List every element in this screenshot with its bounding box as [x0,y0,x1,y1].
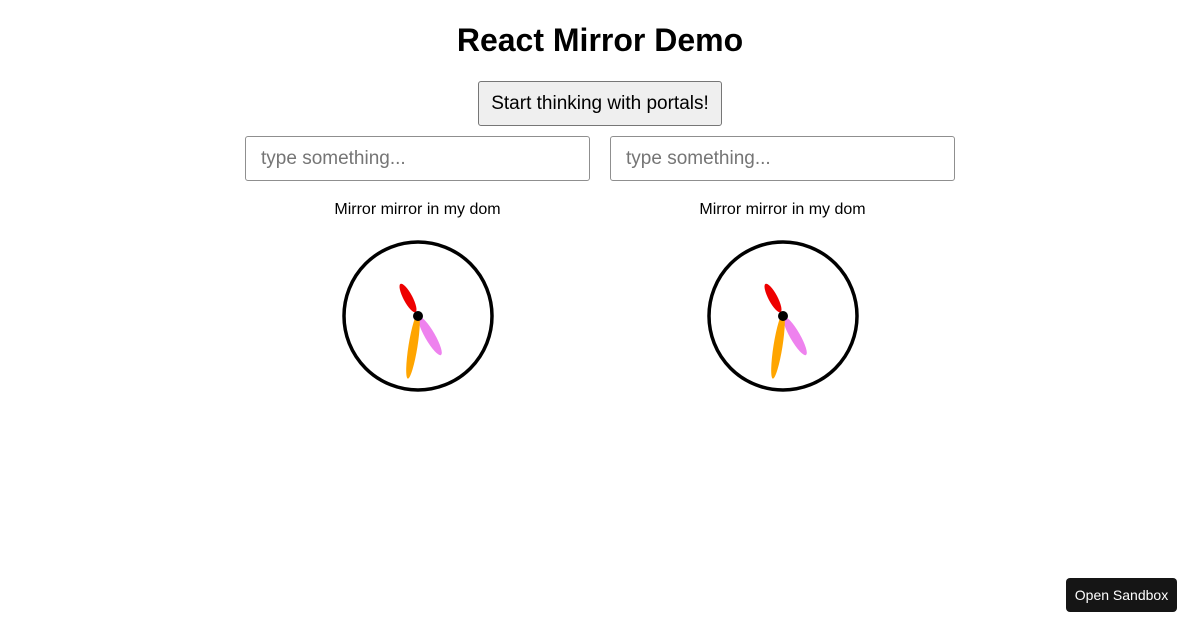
clock-center [413,311,423,321]
mirror-panel-right: Mirror mirror in my dom [610,200,955,392]
analog-clock-icon [342,240,494,392]
mirror-caption: Mirror mirror in my dom [334,201,501,218]
mirror-panel-left: Mirror mirror in my dom [245,200,590,392]
analog-clock-icon [707,240,859,392]
minute-hand [406,313,420,379]
hour-hand [399,283,417,313]
hour-hand [764,283,782,313]
open-sandbox-button[interactable]: Open Sandbox [1066,578,1177,612]
right-text-input[interactable] [610,136,955,181]
minute-hand [771,313,785,379]
clock-center [778,311,788,321]
start-portals-button[interactable]: Start thinking with portals! [478,81,722,126]
page-title: React Mirror Demo [456,22,744,58]
mirror-caption: Mirror mirror in my dom [699,201,866,218]
left-text-input[interactable] [245,136,590,181]
page: React Mirror Demo Start thinking with po… [0,0,1200,630]
